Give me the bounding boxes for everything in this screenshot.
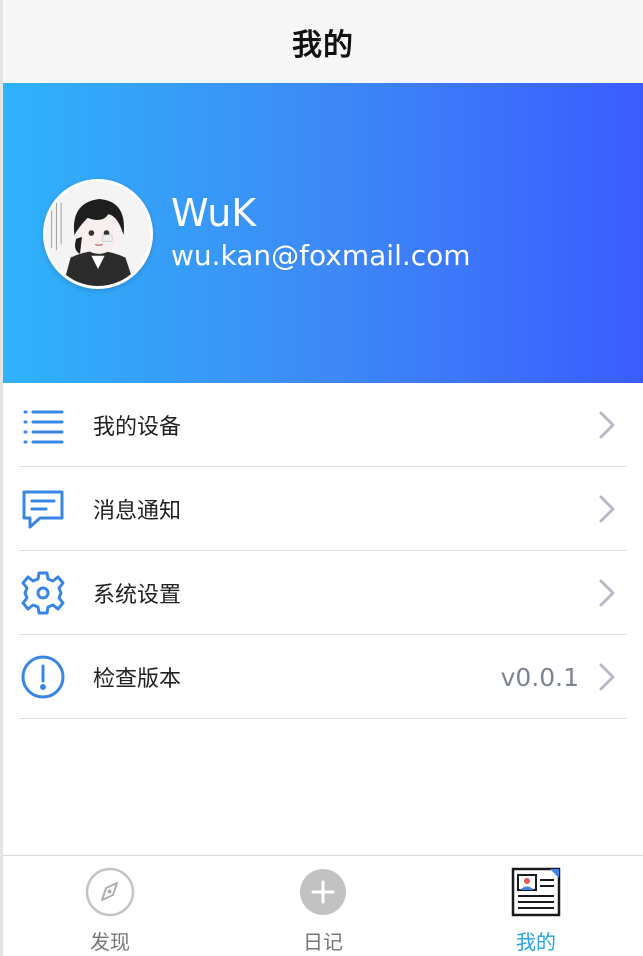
- page-title: 我的: [292, 27, 354, 63]
- tab-label: 日记: [303, 930, 343, 954]
- tab-label: 我的: [516, 930, 556, 954]
- menu-item-system-settings[interactable]: 系统设置: [3, 551, 643, 635]
- tab-mine[interactable]: 我的: [429, 856, 643, 956]
- user-email: wu.kan@foxmail.com: [171, 239, 471, 272]
- list-icon: [20, 402, 66, 448]
- menu-item-label: 检查版本: [93, 667, 182, 692]
- tab-bar: 发现 日记 我的: [3, 855, 643, 956]
- settings-menu: 我的设备 消息通知 系统设置 检查版本 v0.0.1: [3, 383, 643, 719]
- chevron-right-icon: [597, 662, 617, 692]
- menu-item-notifications[interactable]: 消息通知: [3, 467, 643, 551]
- info-icon: [20, 654, 66, 700]
- tab-diary[interactable]: 日记: [216, 856, 430, 956]
- message-icon: [20, 486, 66, 532]
- chevron-right-icon: [597, 410, 617, 440]
- chevron-right-icon: [597, 494, 617, 524]
- menu-item-label: 我的设备: [93, 415, 182, 440]
- avatar-image-icon: [46, 182, 150, 286]
- chevron-right-icon: [597, 578, 617, 608]
- profile-header[interactable]: WuK wu.kan@foxmail.com: [3, 83, 643, 383]
- avatar[interactable]: [43, 179, 153, 289]
- gear-icon: [20, 570, 66, 616]
- menu-item-label: 系统设置: [93, 583, 182, 608]
- compass-icon: [84, 866, 136, 918]
- menu-item-label: 消息通知: [93, 499, 182, 524]
- menu-item-check-version[interactable]: 检查版本 v0.0.1: [3, 635, 643, 719]
- tab-label: 发现: [90, 930, 130, 954]
- menu-item-my-devices[interactable]: 我的设备: [3, 383, 643, 467]
- navbar: 我的: [3, 0, 643, 83]
- add-icon: [297, 866, 349, 918]
- version-value: v0.0.1: [500, 662, 579, 692]
- profile-card-icon: [510, 866, 562, 918]
- user-name: WuK: [171, 191, 257, 235]
- tab-discover[interactable]: 发现: [3, 856, 217, 956]
